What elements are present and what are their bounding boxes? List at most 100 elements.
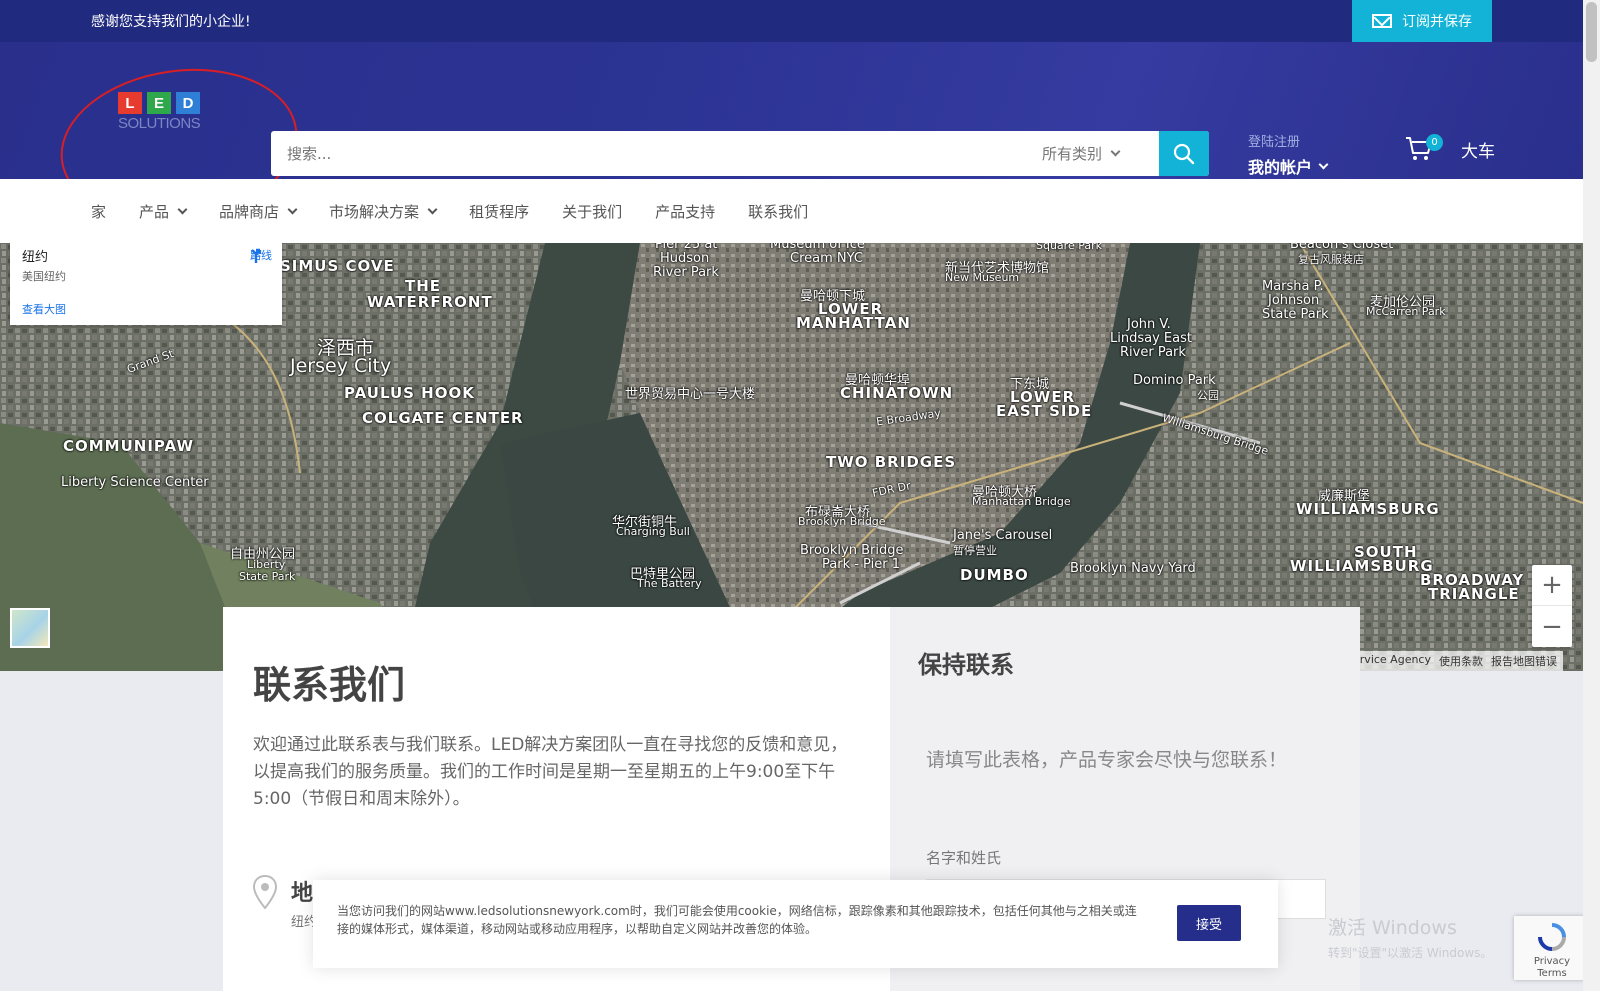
map-label: Brooklyn Navy Yard — [1070, 561, 1196, 576]
map-place-name: 纽约 — [22, 250, 49, 265]
map-label: McCarren Park — [1366, 305, 1446, 318]
map-label: 复古风服装店 — [1298, 253, 1364, 266]
cart-button[interactable]: 0 大车 — [1405, 134, 1495, 162]
map-label: Johnson — [1268, 293, 1320, 308]
map-label: John V. — [1127, 317, 1171, 332]
map-label: Hudson — [660, 251, 710, 266]
chevron-down-icon — [427, 204, 438, 214]
map-report-link[interactable]: 报告地图错误 — [1491, 653, 1557, 669]
map-label: Brooklyn Bridge — [800, 543, 904, 558]
map-label: 公园 — [1197, 389, 1219, 402]
zoom-in-button[interactable]: + — [1532, 565, 1572, 606]
nav-item-support[interactable]: 产品支持 — [655, 201, 715, 222]
map-label: Manhattan Bridge — [972, 495, 1071, 508]
view-larger-map-link[interactable]: 查看大图 — [22, 301, 66, 317]
name-field-label: 名字和姓氏 — [926, 849, 1002, 867]
login-register-link[interactable]: 登陆注册 — [1248, 131, 1327, 150]
map-label: DUMBO — [960, 566, 1029, 584]
nav-label: 租赁程序 — [469, 202, 530, 221]
map-place-card: 纽约 美国纽约 查看大图 路线 — [10, 243, 282, 325]
zoom-out-button[interactable]: − — [1532, 606, 1572, 647]
map-label: PAULUS HOOK — [344, 384, 475, 402]
location-pin-icon — [253, 875, 277, 909]
recaptcha-terms[interactable]: Terms — [1514, 968, 1590, 980]
map-place-subtitle: 美国纽约 — [22, 270, 66, 283]
nav-label: 关于我们 — [562, 202, 623, 221]
map-label: Park - Pier 1 — [822, 557, 900, 572]
nav-item-about[interactable]: 关于我们 — [562, 201, 622, 222]
nav-label: 产品 — [139, 202, 170, 221]
subscribe-label: 订阅并保存 — [1402, 14, 1472, 30]
nav-item-market-solutions[interactable]: 市场解决方案 — [329, 201, 438, 222]
map-label: Cream NYC — [790, 251, 863, 266]
address-row: 地 — [253, 875, 313, 909]
nav-item-brand-store[interactable]: 品牌商店 — [219, 201, 298, 222]
map-label: Marsha P. — [1262, 279, 1324, 294]
nav-label: 市场解决方案 — [329, 202, 420, 221]
map-label: WATERFRONT — [367, 293, 493, 311]
account-menu[interactable]: 登陆注册 我的帐户 — [1248, 131, 1329, 178]
map-footer: Service Agency 使用条款 报告地图错误 — [1340, 651, 1563, 671]
map-label: 暂停营业 — [953, 544, 997, 557]
map-label: Jane's Carousel — [953, 528, 1053, 543]
mail-icon — [1372, 14, 1392, 28]
map-label: Lindsay East — [1110, 331, 1192, 346]
form-description: 请填写此表格，产品专家会尽快与您联系！ — [926, 749, 1288, 771]
map-label: MANHATTAN — [796, 314, 911, 332]
page-scrollbar[interactable] — [1583, 0, 1600, 991]
map-label: Brooklyn Bridge — [798, 515, 886, 528]
directions-icon — [251, 248, 262, 263]
cart-count-badge: 0 — [1426, 134, 1443, 151]
category-select[interactable]: 所有类别 — [1042, 143, 1159, 164]
scrollbar-thumb[interactable] — [1586, 2, 1597, 62]
cart-label: 大车 — [1461, 141, 1495, 162]
nav-item-products[interactable]: 产品 — [139, 201, 188, 222]
search-bar: 所有类别 — [271, 131, 1209, 176]
nav-label: 产品支持 — [655, 202, 716, 221]
map-label: TRIANGLE — [1428, 585, 1520, 603]
recaptcha-icon — [1538, 923, 1566, 951]
nav-item-home[interactable]: 家 — [91, 201, 106, 222]
subscribe-button[interactable]: 订阅并保存 — [1352, 0, 1492, 42]
map-label: TWO BRIDGES — [826, 453, 957, 471]
search-icon — [1173, 143, 1195, 164]
chevron-down-icon — [1110, 146, 1121, 157]
watermark-line-2: 转到"设置"以激活 Windows。 — [1328, 946, 1493, 960]
map-label: River Park — [1120, 345, 1186, 360]
map-label: 世界贸易中心一号大楼 — [625, 387, 756, 402]
announcement-bar: 感谢您支持我们的小企业! 订阅并保存 — [0, 0, 1583, 42]
category-label: 所有类别 — [1041, 145, 1102, 163]
my-account-dropdown[interactable]: 我的帐户 — [1248, 154, 1329, 178]
recaptcha-privacy[interactable]: Privacy — [1514, 956, 1590, 968]
nav-item-contact[interactable]: 联系我们 — [748, 201, 808, 222]
cookie-text: 当您访问我们的网站www.ledsolutionsnewyork.com时，我们… — [337, 904, 1137, 936]
map-label: State Park — [239, 570, 296, 583]
accept-cookies-button[interactable]: 接受 — [1177, 905, 1241, 941]
recaptcha-badge[interactable]: Privacy Terms — [1514, 916, 1590, 980]
chevron-down-icon — [287, 204, 298, 214]
windows-activation-watermark: 激活 Windows 转到"设置"以激活 Windows。 — [1328, 913, 1492, 961]
directions-button[interactable]: 路线 — [246, 245, 276, 263]
map-layer-toggle[interactable] — [10, 608, 50, 648]
chevron-down-icon — [1318, 159, 1329, 169]
map-label: Square Park — [1036, 243, 1102, 252]
address-heading: 地 — [291, 881, 314, 906]
announcement-text: 感谢您支持我们的小企业! — [91, 14, 251, 30]
map-label: Domino Park — [1133, 373, 1216, 388]
cookie-banner: 当您访问我们的网站www.ledsolutionsnewyork.com时，我们… — [313, 880, 1278, 968]
nav-label: 联系我们 — [748, 202, 809, 221]
nav-label: 家 — [91, 202, 107, 221]
map-label: Charging Bull — [616, 525, 690, 538]
map-label: WILLIAMSBURG — [1290, 557, 1434, 575]
map-label: EAST SIDE — [996, 402, 1093, 420]
search-input[interactable] — [271, 131, 1042, 176]
map-label: New Museum — [945, 271, 1020, 284]
map-label: Liberty Science Center — [61, 475, 209, 490]
search-button[interactable] — [1159, 131, 1209, 176]
nav-item-rental[interactable]: 租赁程序 — [469, 201, 529, 222]
nav-label: 品牌商店 — [219, 202, 280, 221]
map-label: COMMUNIPAW — [63, 437, 195, 455]
main-nav: 家 产品 品牌商店 市场解决方案 租赁程序 关于我们 产品支持 联系我们 — [0, 179, 1583, 243]
map-terms-link[interactable]: 使用条款 — [1439, 653, 1483, 669]
map-label: SIMUS COVE — [280, 257, 395, 275]
